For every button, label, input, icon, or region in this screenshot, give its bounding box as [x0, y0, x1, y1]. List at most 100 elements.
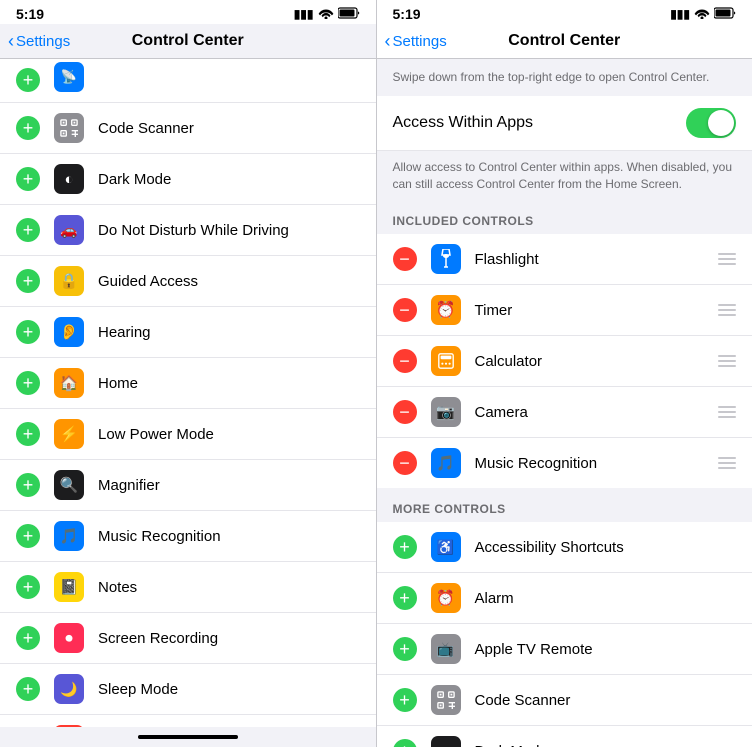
- list-item[interactable]: + 🔍 Magnifier: [0, 460, 376, 511]
- icon-dark-mode-more: ◐: [431, 736, 461, 747]
- list-item[interactable]: + 👂 Hearing: [0, 307, 376, 358]
- battery-icon-right: [714, 7, 736, 22]
- status-bar-right: 5:19 ▮▮▮: [377, 0, 752, 24]
- add-guided-access[interactable]: +: [16, 269, 40, 293]
- drag-music-recognition[interactable]: [718, 457, 736, 469]
- nav-title-right: Control Center: [508, 32, 620, 50]
- toggle-knob: [708, 110, 734, 136]
- control-camera[interactable]: − 📷 Camera: [377, 387, 752, 438]
- signal-icon-right: ▮▮▮: [670, 7, 690, 21]
- add-accessibility[interactable]: +: [393, 535, 417, 559]
- icon-accessibility: ♿: [431, 532, 461, 562]
- back-button-left[interactable]: ‹ Settings: [8, 31, 70, 52]
- add-screen-recording[interactable]: +: [16, 626, 40, 650]
- back-label-left: Settings: [16, 33, 70, 50]
- more-controls-list: + ♿ Accessibility Shortcuts + ⏰ Alarm + …: [377, 522, 752, 747]
- list-item[interactable]: + 🔒 Guided Access: [0, 256, 376, 307]
- icon-screen-recording: ⏺: [54, 623, 84, 653]
- add-home[interactable]: +: [16, 371, 40, 395]
- label-alarm: Alarm: [475, 590, 737, 607]
- status-bar-left: 5:19 ▮▮▮: [0, 0, 376, 24]
- label-accessibility: Accessibility Shortcuts: [475, 539, 737, 556]
- back-button-right[interactable]: ‹ Settings: [385, 31, 447, 52]
- wifi-icon-left: [318, 7, 334, 22]
- remove-music-recognition[interactable]: −: [393, 451, 417, 475]
- add-music-recognition[interactable]: +: [16, 524, 40, 548]
- label-hearing: Hearing: [98, 324, 360, 341]
- icon-guided-access: 🔒: [54, 266, 84, 296]
- more-accessibility[interactable]: + ♿ Accessibility Shortcuts: [377, 522, 752, 573]
- label-guided-access: Guided Access: [98, 273, 360, 290]
- access-info-text: Allow access to Control Center within ap…: [393, 160, 733, 191]
- back-label-right: Settings: [393, 33, 447, 50]
- remove-timer[interactable]: −: [393, 298, 417, 322]
- control-flashlight[interactable]: − Flashlight: [377, 234, 752, 285]
- list-item[interactable]: + 🔊 Sound Recognition: [0, 715, 376, 727]
- wifi-icon-right: [694, 7, 710, 22]
- drag-flashlight[interactable]: [718, 253, 736, 265]
- add-code-scanner-more[interactable]: +: [393, 688, 417, 712]
- remove-calculator[interactable]: −: [393, 349, 417, 373]
- list-item[interactable]: + 🌙 Sleep Mode: [0, 664, 376, 715]
- nav-bar-left: ‹ Settings Control Center: [0, 24, 376, 59]
- label-dnd-driving: Do Not Disturb While Driving: [98, 222, 360, 239]
- add-btn-partial[interactable]: +: [16, 68, 40, 92]
- time-right: 5:19: [393, 6, 421, 22]
- add-alarm[interactable]: +: [393, 586, 417, 610]
- list-item[interactable]: + ⚡ Low Power Mode: [0, 409, 376, 460]
- add-sleep-mode[interactable]: +: [16, 677, 40, 701]
- info-box-top: Swipe down from the top-right edge to op…: [377, 59, 752, 96]
- access-within-apps-label: Access Within Apps: [393, 114, 534, 132]
- remove-flashlight[interactable]: −: [393, 247, 417, 271]
- label-code-scanner-more: Code Scanner: [475, 692, 737, 709]
- icon-dark-mode: ◐: [54, 164, 84, 194]
- add-dark-mode-more[interactable]: +: [393, 739, 417, 747]
- list-item[interactable]: + 📓 Notes: [0, 562, 376, 613]
- list-item[interactable]: + Code Scanner: [0, 103, 376, 154]
- icon-partial: 📡: [54, 62, 84, 92]
- more-code-scanner[interactable]: + Code Scanner: [377, 675, 752, 726]
- label-flashlight: Flashlight: [475, 251, 719, 268]
- label-screen-recording: Screen Recording: [98, 630, 360, 647]
- control-timer[interactable]: − ⏰ Timer: [377, 285, 752, 336]
- label-camera: Camera: [475, 404, 719, 421]
- battery-icon-left: [338, 7, 360, 22]
- add-appletv[interactable]: +: [393, 637, 417, 661]
- right-scroll-area[interactable]: Swipe down from the top-right edge to op…: [377, 59, 752, 747]
- status-icons-right: ▮▮▮: [670, 7, 736, 22]
- remove-camera[interactable]: −: [393, 400, 417, 424]
- add-dnd-driving[interactable]: +: [16, 218, 40, 242]
- drag-timer[interactable]: [718, 304, 736, 316]
- more-alarm[interactable]: + ⏰ Alarm: [377, 573, 752, 624]
- more-dark-mode[interactable]: + ◐ Dark Mode: [377, 726, 752, 747]
- info-text: Swipe down from the top-right edge to op…: [393, 70, 710, 84]
- add-code-scanner[interactable]: +: [16, 116, 40, 140]
- drag-calculator[interactable]: [718, 355, 736, 367]
- home-indicator-left: [0, 727, 376, 747]
- list-item[interactable]: + 🏠 Home: [0, 358, 376, 409]
- partial-item: + 📡: [0, 59, 376, 103]
- more-appletv-remote[interactable]: + 📺 Apple TV Remote: [377, 624, 752, 675]
- control-music-recognition[interactable]: − 🎵 Music Recognition: [377, 438, 752, 488]
- add-dark-mode[interactable]: +: [16, 167, 40, 191]
- right-panel: 5:19 ▮▮▮ ‹ Settings Control Center Swipe…: [377, 0, 752, 747]
- included-controls-list: − Flashlight − ⏰ Timer: [377, 234, 752, 488]
- control-calculator[interactable]: − Calculator: [377, 336, 752, 387]
- chevron-icon-right: ‹: [385, 31, 391, 52]
- list-item[interactable]: + 🚗 Do Not Disturb While Driving: [0, 205, 376, 256]
- label-music-recognition: Music Recognition: [98, 528, 360, 545]
- add-hearing[interactable]: +: [16, 320, 40, 344]
- drag-camera[interactable]: [718, 406, 736, 418]
- icon-dnd-driving: 🚗: [54, 215, 84, 245]
- icon-music-recognition-inc: 🎵: [431, 448, 461, 478]
- add-magnifier[interactable]: +: [16, 473, 40, 497]
- home-bar-left: [138, 735, 238, 739]
- list-item[interactable]: + 🎵 Music Recognition: [0, 511, 376, 562]
- label-dark-mode-more: Dark Mode: [475, 743, 737, 747]
- left-list[interactable]: + 📡 + Code Scanner + ◐ Dark Mode: [0, 59, 376, 727]
- add-notes[interactable]: +: [16, 575, 40, 599]
- access-within-apps-toggle[interactable]: [686, 108, 736, 138]
- add-low-power[interactable]: +: [16, 422, 40, 446]
- list-item[interactable]: + ◐ Dark Mode: [0, 154, 376, 205]
- list-item[interactable]: + ⏺ Screen Recording: [0, 613, 376, 664]
